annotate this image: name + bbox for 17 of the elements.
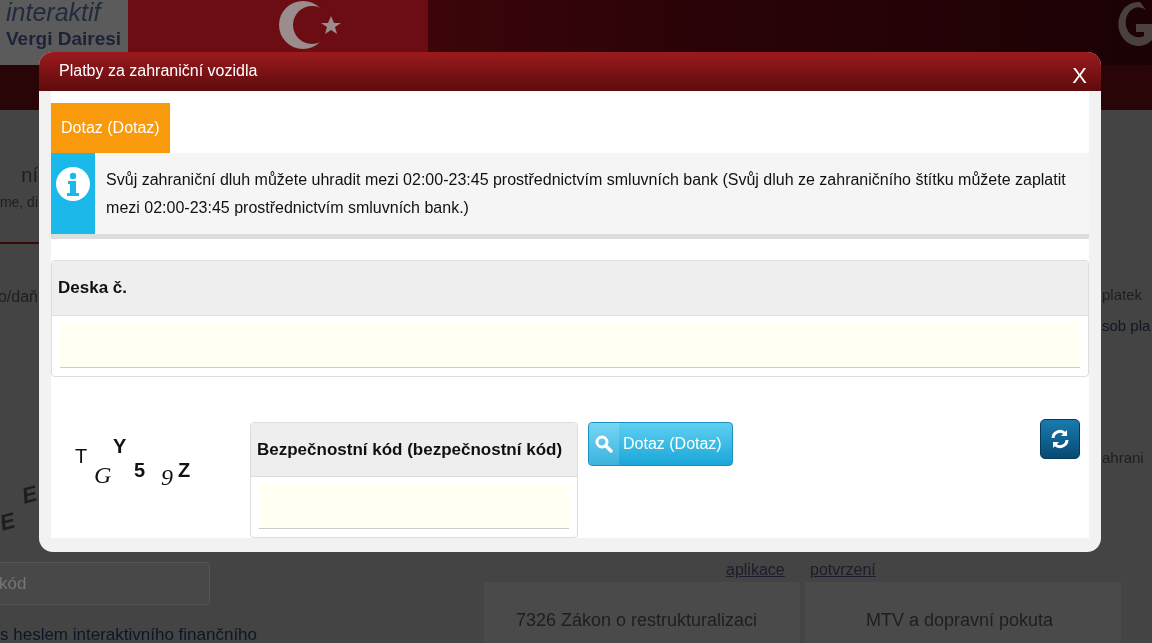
search-icon — [595, 434, 613, 453]
refresh-icon — [1050, 428, 1070, 449]
captcha-image: T G Y 5 9 Z — [74, 433, 192, 492]
info-icon — [56, 167, 91, 201]
security-code-input-field[interactable] — [259, 483, 569, 529]
query-button[interactable]: Dotaz (Dotaz) — [588, 421, 733, 466]
login-link[interactable]: s heslem interaktivního finančního — [0, 622, 258, 643]
field-label: Deska č. — [52, 261, 1088, 316]
logo-text: interaktif — [6, 0, 104, 25]
close-button[interactable]: X — [1072, 65, 1087, 87]
modal-title: Platby za zahraniční vozidla — [59, 61, 258, 81]
tab[interactable]: Dotaz (Dotaz) — [51, 103, 170, 153]
refresh-button[interactable] — [1040, 418, 1080, 459]
field-label: Bezpečnostní kód (bezpečnostní kód) — [251, 422, 577, 477]
logo-text: Vergi Dairesi — [6, 29, 122, 48]
plate-input-field[interactable] — [60, 321, 1080, 368]
info-message: Svůj zahraniční dluh můžete uhradit mezi 02:00-23:45 prostřednictvím smluvních bank (Svůj dluh ze zahraničního štítku můžete zaplatit mezi 02:00-23:45 prostřednictvím smluvních bank.) — [105, 170, 1067, 218]
